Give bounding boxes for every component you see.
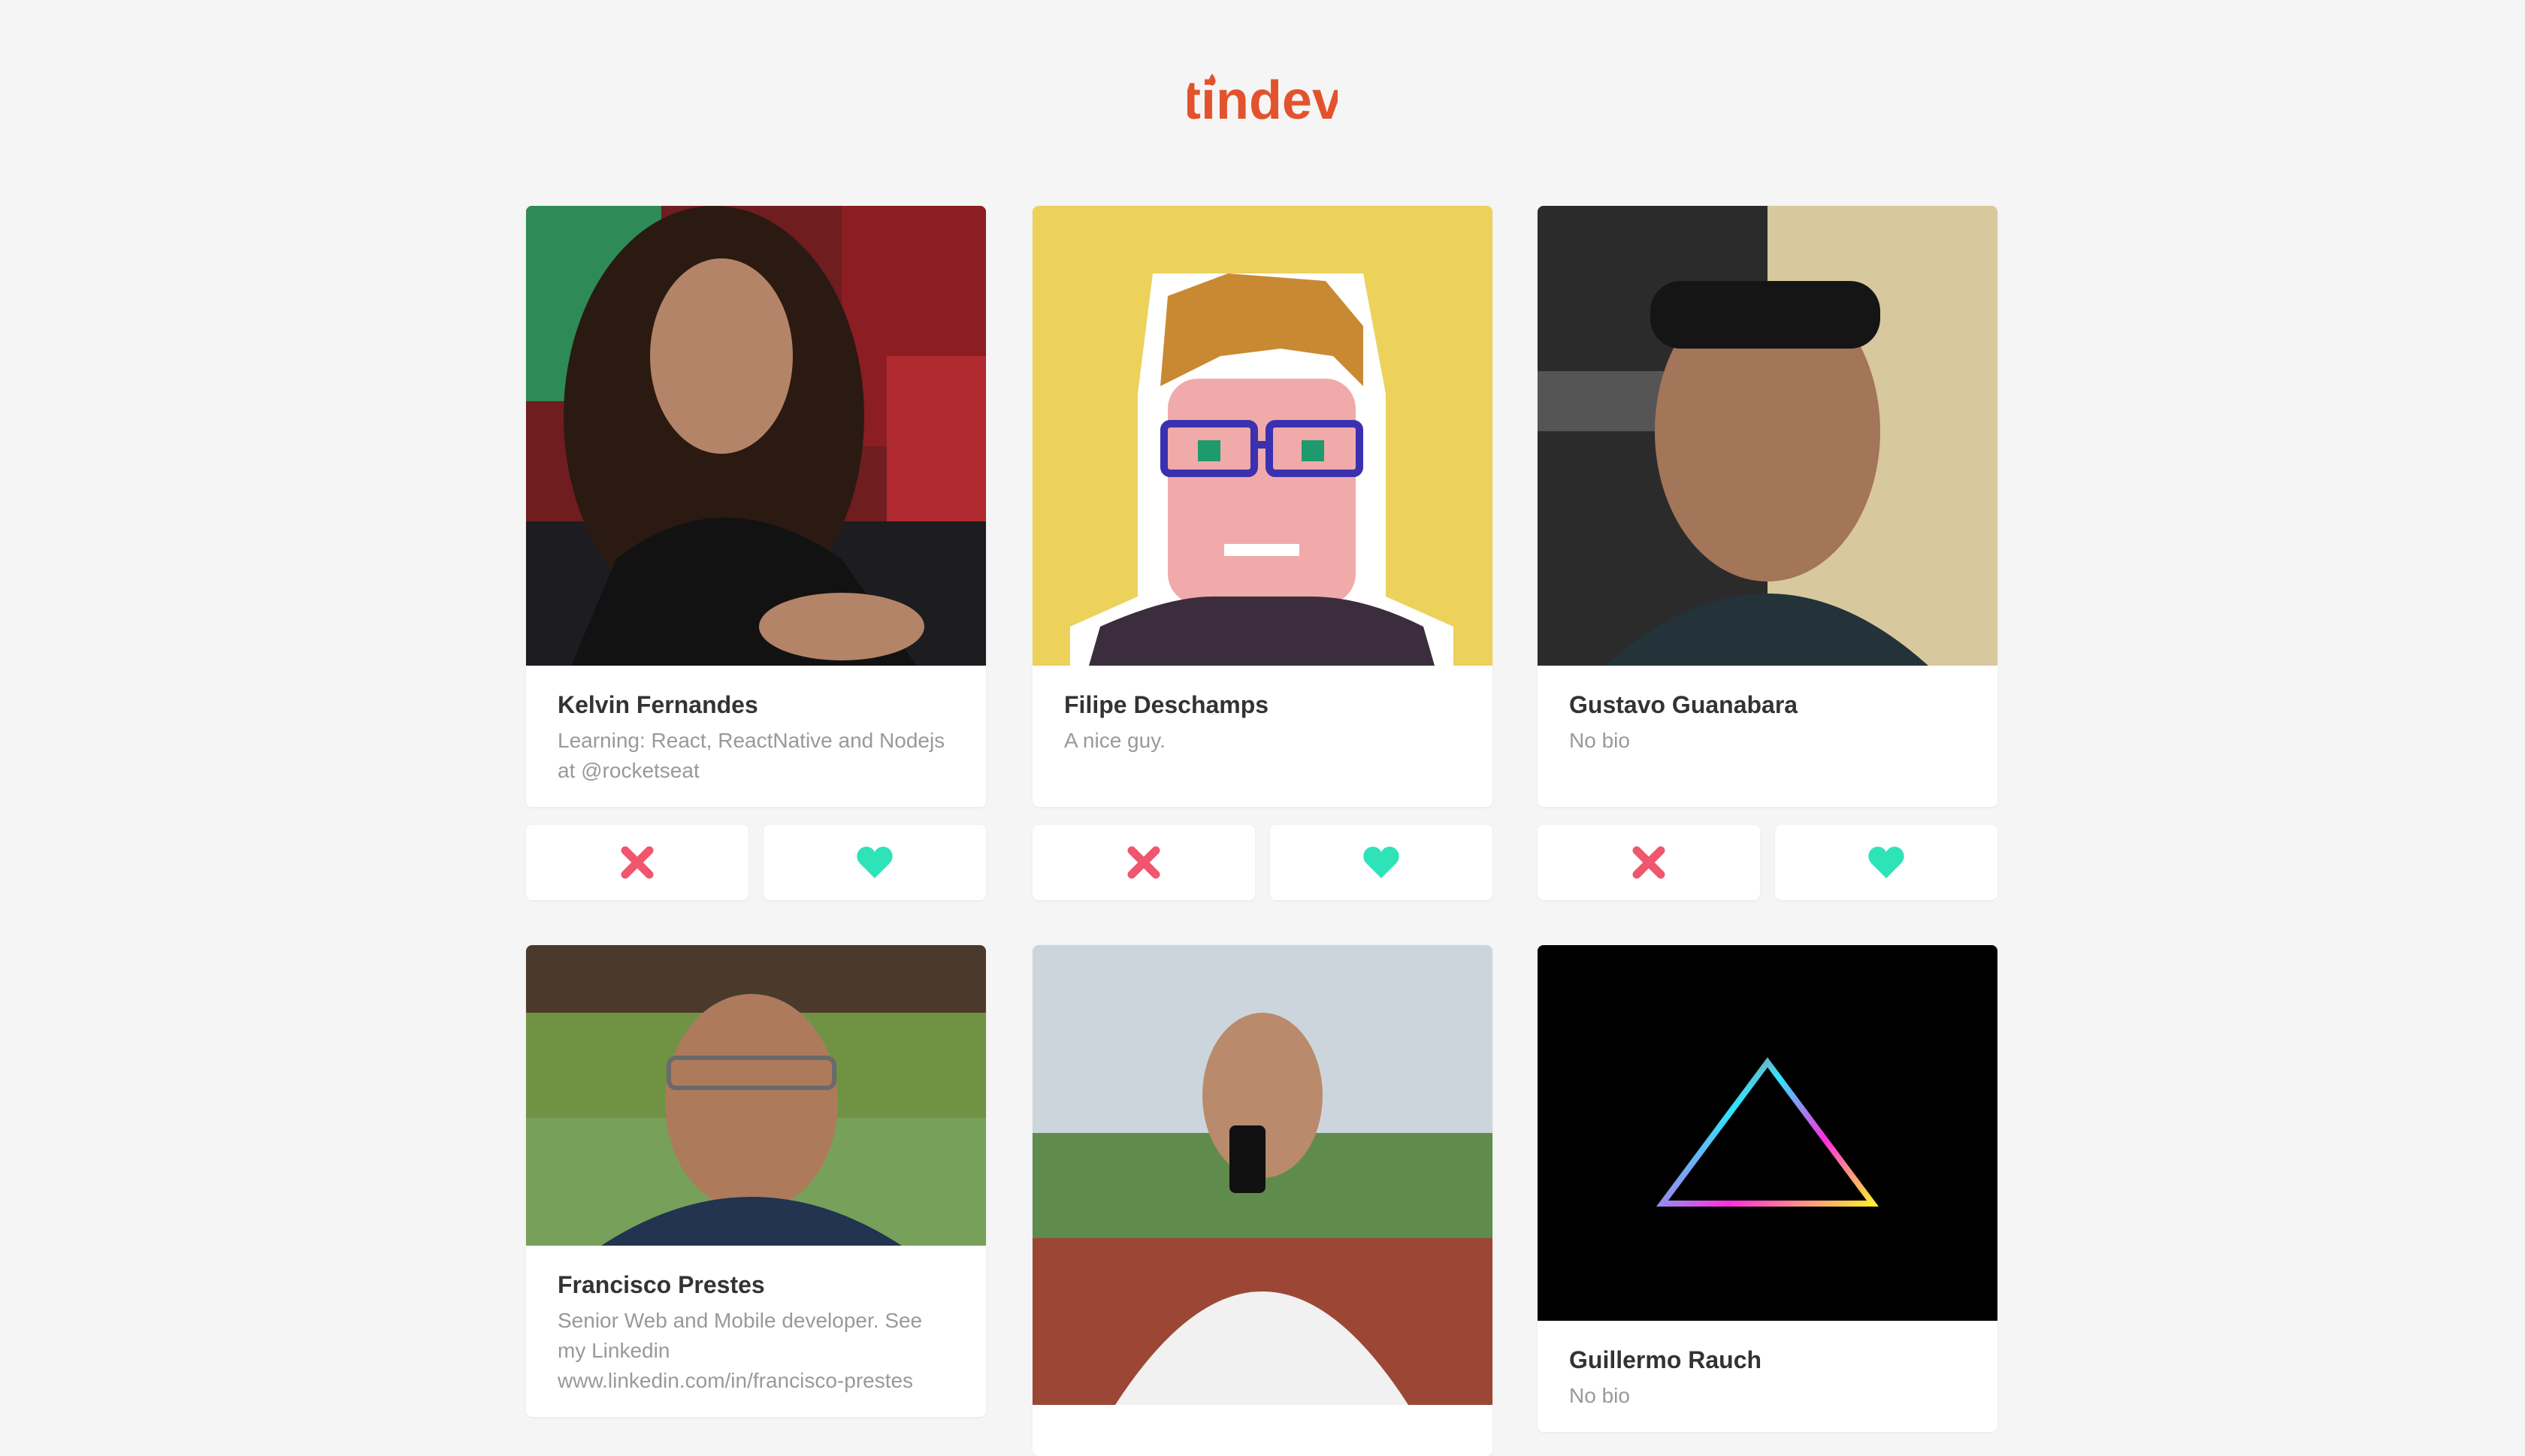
dev-card [1033,945,1492,1456]
tindev-logo: tindev [1187,71,1338,129]
like-button[interactable] [1775,825,1997,900]
dev-name: Francisco Prestes [558,1271,765,1298]
dev-card: Kelvin Fernandes Learning: React, ReactN… [526,206,986,807]
dev-avatar [526,206,986,666]
like-button[interactable] [1270,825,1492,900]
dev-name: Filipe Deschamps [1064,691,1269,718]
dev-card: Francisco Prestes Senior Web and Mobile … [526,945,986,1417]
dev-avatar [1538,206,1997,666]
heart-icon [1868,847,1904,878]
dev-name: Gustavo Guanabara [1569,691,1798,718]
dev-avatar [1033,945,1492,1405]
dev-card: Guillermo Rauch No bio [1538,945,1997,1432]
dev-avatar [1033,206,1492,666]
dev-bio: No bio [1569,1384,1630,1407]
dev-bio: A nice guy. [1064,729,1166,752]
dev-avatar [526,945,986,1246]
heart-icon [857,847,893,878]
dev-card: Filipe Deschamps A nice guy. [1033,206,1492,807]
close-icon [1127,846,1160,879]
dev-bio: No bio [1569,729,1630,752]
dev-bio: Senior Web and Mobile developer. See my … [558,1309,923,1392]
dev-avatar [1538,945,1997,1321]
close-icon [621,846,654,879]
dev-name: Kelvin Fernandes [558,691,758,718]
dislike-button[interactable] [1538,825,1760,900]
dev-card: Gustavo Guanabara No bio [1538,206,1997,807]
close-icon [1632,846,1665,879]
like-button[interactable] [764,825,986,900]
dev-bio: Learning: React, ReactNative and Nodejs … [558,729,945,782]
dev-name: Guillermo Rauch [1569,1346,1762,1373]
dislike-button[interactable] [526,825,748,900]
heart-icon [1363,847,1399,878]
dislike-button[interactable] [1033,825,1255,900]
